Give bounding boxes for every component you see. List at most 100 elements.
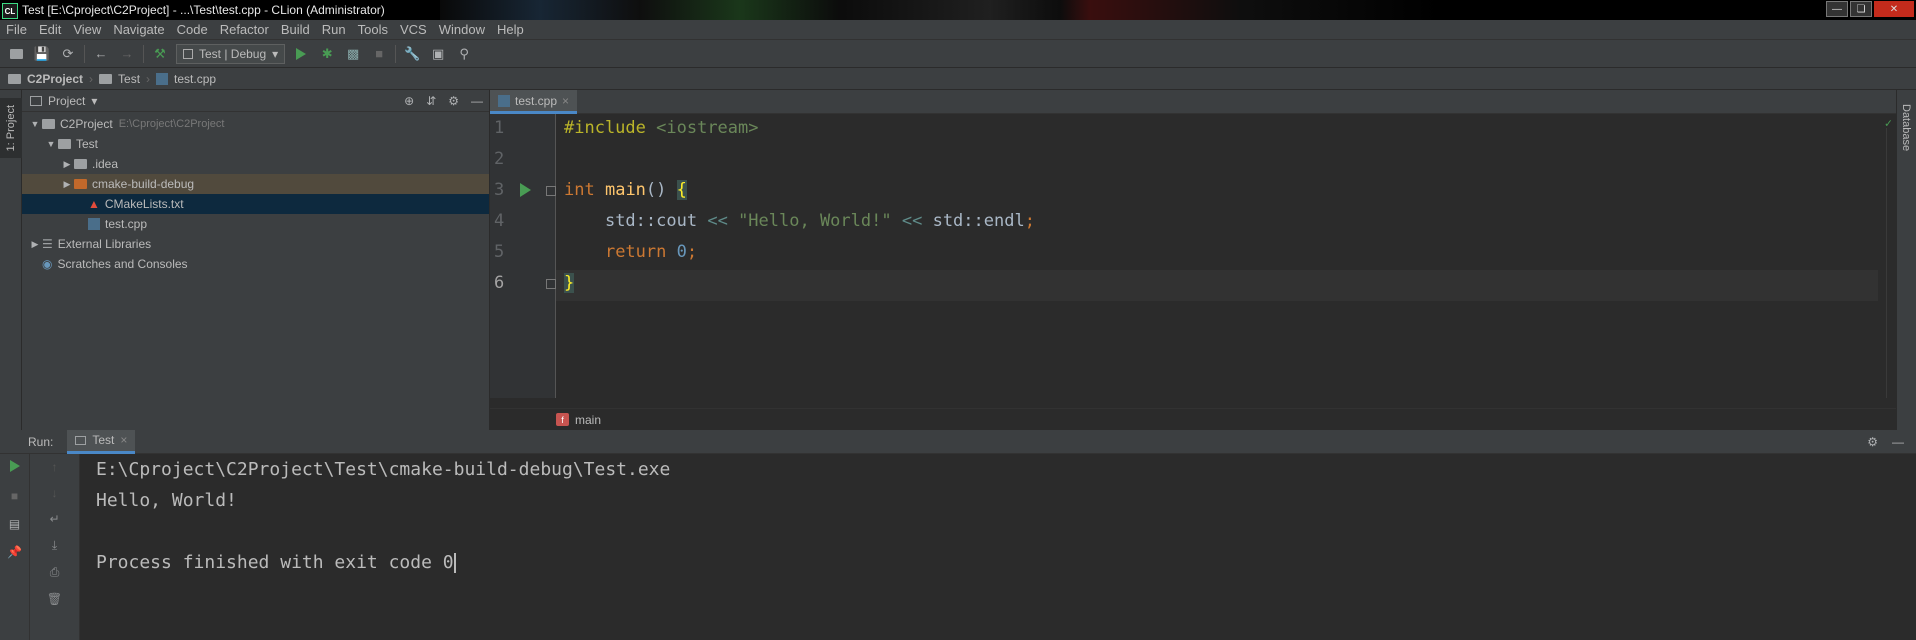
close-icon[interactable]: × — [120, 433, 127, 447]
settings-wrench-icon[interactable]: 🔧 — [402, 44, 422, 64]
maximize-button[interactable]: ❏ — [1850, 1, 1872, 17]
arrow-down-icon[interactable]: ↓ — [52, 486, 58, 500]
config-icon — [183, 48, 193, 59]
code-line-6: } — [564, 273, 575, 293]
code-area[interactable]: 1 2 3 4 5 6 #include <iostream> int main… — [490, 114, 1896, 398]
run-tab-test[interactable]: Test × — [67, 429, 136, 454]
function-token: main — [604, 180, 646, 200]
menu-view[interactable]: View — [73, 22, 101, 37]
menu-build[interactable]: Build — [281, 22, 310, 37]
save-icon[interactable]: 💾 — [32, 44, 52, 64]
run-label: Run: — [28, 434, 54, 449]
run-configuration-select[interactable]: Test | Debug ▾ — [176, 43, 286, 64]
tree-node-label: CMakeLists.txt — [104, 197, 184, 211]
gear-icon[interactable]: ⚙ — [448, 94, 459, 108]
debug-icon[interactable]: ✱ — [317, 44, 337, 64]
console-line: Hello, World! — [96, 490, 237, 511]
expand-right-icon[interactable]: ▶ — [60, 159, 74, 170]
left-tool-strip: 1: Project — [0, 90, 22, 430]
scroll-to-end-icon[interactable]: ⤓ — [52, 538, 57, 553]
expand-right-icon[interactable]: ▶ — [28, 239, 42, 250]
trash-icon[interactable]: 🗑 — [47, 592, 62, 606]
close-button[interactable]: ✕ — [1874, 1, 1914, 17]
function-icon: f — [556, 413, 569, 426]
layout-icon[interactable]: ▤ — [9, 517, 20, 531]
menu-help[interactable]: Help — [497, 22, 524, 37]
tree-node-project-root[interactable]: ▼ C2Project E:\Cproject\C2Project — [22, 114, 489, 134]
chevron-down-icon[interactable]: ▾ — [91, 94, 97, 108]
expand-right-icon[interactable]: ▶ — [60, 179, 74, 190]
nav-crumb-file[interactable]: test.cpp — [174, 72, 216, 86]
close-icon[interactable]: × — [562, 94, 569, 108]
project-structure-icon[interactable]: ▣ — [428, 44, 448, 64]
tree-node-test-cpp[interactable]: test.cpp — [22, 214, 489, 234]
arrow-up-icon[interactable]: ↑ — [52, 460, 58, 474]
collapse-all-icon[interactable]: ⇵ — [426, 94, 436, 108]
expand-down-icon[interactable]: ▼ — [28, 119, 42, 129]
soft-wrap-icon[interactable]: ↵ — [49, 512, 59, 526]
editor-scrollbar[interactable] — [1886, 128, 1896, 398]
chevron-right-icon: › — [89, 71, 94, 86]
cmake-icon: ▲ — [88, 197, 100, 211]
menu-refactor[interactable]: Refactor — [220, 22, 269, 37]
tree-node-cmake-build-debug[interactable]: ▶ cmake-build-debug — [22, 174, 489, 194]
search-icon[interactable]: ⚲ — [454, 44, 474, 64]
sync-icon[interactable]: ⟳ — [58, 44, 78, 64]
brace-token: } — [564, 273, 575, 293]
expand-down-icon[interactable]: ▼ — [44, 139, 58, 149]
fold-icon[interactable] — [546, 186, 556, 196]
text-cursor — [453, 553, 456, 573]
back-icon[interactable]: ← — [91, 44, 111, 64]
editor-tab-bar: test.cpp × — [490, 90, 1896, 114]
nav-crumb-folder[interactable]: Test — [118, 72, 140, 86]
tree-node-external-libraries[interactable]: ▶ ☰ External Libraries — [22, 234, 489, 254]
run-gutter-icon[interactable] — [520, 183, 531, 197]
fold-icon[interactable] — [546, 279, 556, 289]
semicolon-token: ; — [686, 242, 698, 262]
print-icon[interactable]: ⎙ — [50, 565, 60, 580]
menu-code[interactable]: Code — [177, 22, 208, 37]
tree-node-test[interactable]: ▼ Test — [22, 134, 489, 154]
operator-token: << — [707, 211, 728, 231]
editor-tab-test-cpp[interactable]: test.cpp × — [490, 90, 578, 114]
forward-icon[interactable]: → — [117, 44, 137, 64]
pin-icon[interactable]: 📌 — [7, 545, 22, 559]
run-icon[interactable] — [291, 44, 311, 64]
menu-vcs[interactable]: VCS — [400, 22, 427, 37]
run-with-coverage-icon[interactable]: ▩ — [343, 44, 363, 64]
tree-node-scratches[interactable]: ◉ Scratches and Consoles — [22, 254, 489, 274]
stop-icon[interactable]: ■ — [369, 44, 389, 64]
open-folder-icon[interactable] — [6, 44, 26, 64]
minimize-button[interactable]: — — [1826, 1, 1848, 17]
code-line-3: int main() { — [564, 180, 687, 200]
stop-icon[interactable]: ■ — [11, 489, 18, 503]
tree-node-cmakelists[interactable]: ▲ CMakeLists.txt — [22, 194, 489, 214]
menu-edit[interactable]: Edit — [39, 22, 61, 37]
menu-file[interactable]: File — [6, 22, 27, 37]
locate-icon[interactable]: ⊕ — [404, 94, 414, 108]
tree-node-idea[interactable]: ▶ .idea — [22, 154, 489, 174]
main-area: 1: Project Project ▾ ⊕ ⇵ ⚙ — ▼ C2Project… — [0, 90, 1916, 430]
project-view-icon — [30, 95, 42, 106]
console-output[interactable]: E:\Cproject\C2Project\Test\cmake-build-d… — [82, 454, 1896, 640]
tree-node-label: test.cpp — [105, 217, 148, 231]
menu-run[interactable]: Run — [322, 22, 346, 37]
rerun-icon[interactable] — [9, 460, 20, 475]
database-tool-tab[interactable]: Database — [1900, 104, 1912, 151]
menu-window[interactable]: Window — [439, 22, 485, 37]
project-view-select[interactable]: Project — [48, 94, 85, 108]
build-hammer-icon[interactable]: ⚒ — [150, 44, 170, 64]
code-line-5: return 0; — [564, 242, 697, 262]
gear-icon[interactable]: ⚙ — [1867, 435, 1878, 449]
tree-node-label: Test — [76, 137, 99, 151]
nav-crumb-project[interactable]: C2Project — [27, 72, 83, 86]
menu-tools[interactable]: Tools — [358, 22, 388, 37]
number-token: 0 — [676, 242, 687, 262]
tree-node-label: Scratches and Consoles — [57, 257, 188, 271]
hide-icon[interactable]: — — [1892, 435, 1904, 449]
menu-navigate[interactable]: Navigate — [113, 22, 164, 37]
breadcrumb-main[interactable]: main — [575, 413, 601, 427]
cpp-file-icon — [88, 218, 100, 230]
project-tool-tab[interactable]: 1: Project — [0, 98, 22, 158]
hide-icon[interactable]: — — [471, 94, 483, 108]
